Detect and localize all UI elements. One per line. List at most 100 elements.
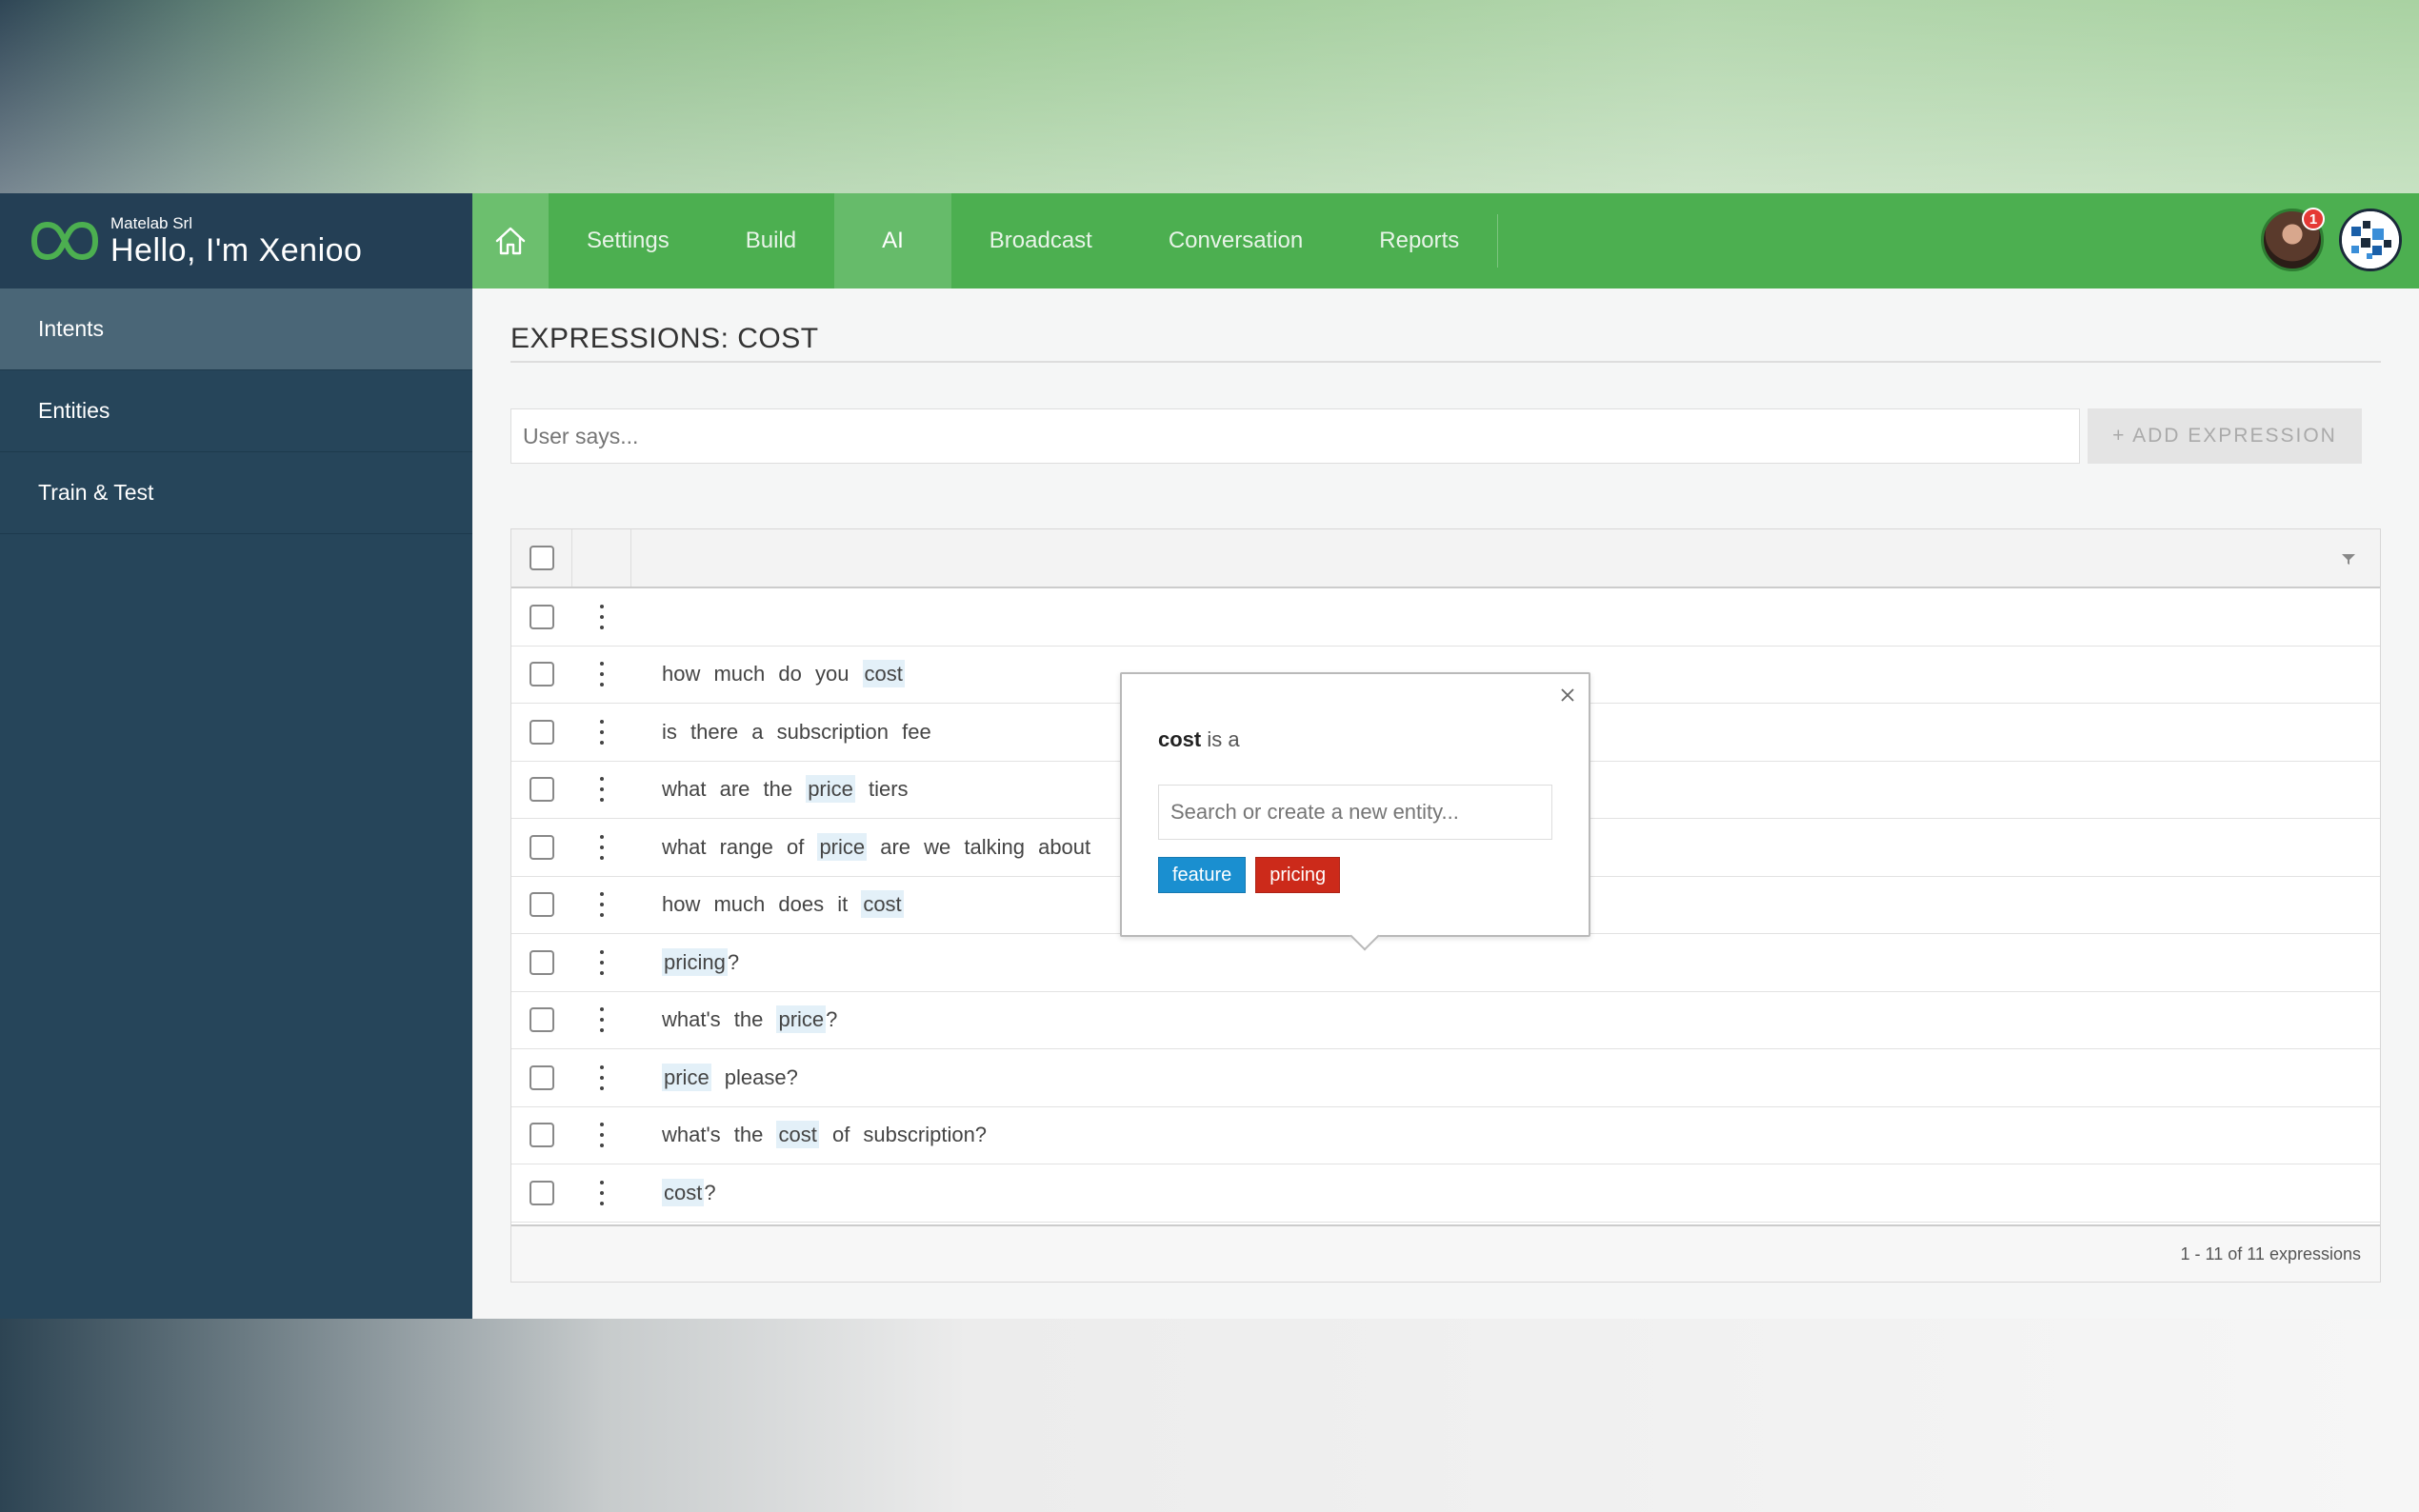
- entity-highlight[interactable]: cost: [862, 660, 905, 688]
- sidebar-item-entities[interactable]: Entities: [0, 370, 472, 452]
- background-top: [0, 0, 2419, 193]
- add-expression-button[interactable]: + ADD EXPRESSION: [2088, 408, 2362, 464]
- sidebar-item-intents[interactable]: Intents: [0, 288, 472, 370]
- entity-highlight[interactable]: cost: [662, 1178, 705, 1206]
- top-navigation: Settings Build AI Broadcast Conversation…: [472, 193, 2419, 288]
- nav-reports[interactable]: Reports: [1341, 193, 1497, 288]
- user-avatar[interactable]: 1: [2261, 208, 2325, 271]
- expression-text[interactable]: pricing?: [631, 947, 740, 976]
- row-checkbox[interactable]: [530, 777, 554, 803]
- row-menu-icon[interactable]: [599, 662, 605, 687]
- expression-segment: please?: [710, 1064, 798, 1089]
- nav-conversation[interactable]: Conversation: [1130, 193, 1341, 288]
- app-window: Matelab Srl Hello, I'm Xenioo Settings B…: [0, 193, 2419, 1319]
- entity-highlight[interactable]: price: [776, 1005, 827, 1034]
- expression-text[interactable]: what's the cost of subscription?: [631, 1121, 987, 1149]
- expression-segment: ?: [704, 1180, 716, 1204]
- sidebar: Intents Entities Train & Test: [0, 288, 472, 1319]
- entity-highlight[interactable]: pricing: [662, 947, 728, 976]
- expression-text[interactable]: what's the price?: [631, 1005, 838, 1034]
- expression-text[interactable]: what range of price are we talking about: [631, 832, 1091, 861]
- row-menu-icon[interactable]: [599, 777, 605, 803]
- entity-highlight[interactable]: price: [806, 775, 855, 804]
- row-menu-icon[interactable]: [599, 1007, 605, 1033]
- popover-close-button[interactable]: [1554, 682, 1581, 708]
- expression-text[interactable]: how much do you cost: [631, 660, 905, 688]
- row-menu-icon[interactable]: [599, 834, 605, 860]
- expression-segment: ?: [826, 1007, 838, 1032]
- table-header: [511, 529, 2380, 588]
- entity-tag-feature[interactable]: feature: [1158, 857, 1247, 893]
- expression-segment: tiers: [854, 777, 909, 802]
- popover-word: cost: [1158, 727, 1202, 751]
- entity-popover: cost is a featurepricing: [1120, 672, 1590, 937]
- row-checkbox[interactable]: [530, 1180, 554, 1205]
- select-all-checkbox[interactable]: [529, 546, 554, 570]
- row-menu-icon[interactable]: [599, 1123, 605, 1148]
- entity-tag-pricing[interactable]: pricing: [1255, 857, 1341, 893]
- entity-highlight[interactable]: cost: [861, 890, 904, 919]
- row-checkbox[interactable]: [530, 662, 554, 687]
- entity-search-input[interactable]: [1158, 785, 1552, 840]
- nav-ai[interactable]: AI: [834, 193, 951, 288]
- expression-segment: what's the: [662, 1007, 777, 1032]
- popover-suffix: is a: [1201, 727, 1240, 751]
- filter-icon[interactable]: [2340, 550, 2357, 567]
- expression-segment: is there a subscription fee: [662, 719, 931, 744]
- nav-settings[interactable]: Settings: [549, 193, 708, 288]
- table-row: what's the price?: [511, 992, 2380, 1049]
- nav-home[interactable]: [472, 193, 549, 288]
- organization-avatar[interactable]: [2339, 209, 2402, 271]
- row-menu-icon[interactable]: [599, 719, 605, 745]
- popover-prompt: cost is a: [1158, 727, 1240, 752]
- row-menu-icon[interactable]: [599, 892, 605, 918]
- entity-tags: feature pricing: [1158, 857, 1341, 893]
- row-checkbox[interactable]: [530, 892, 554, 918]
- row-menu-icon[interactable]: [599, 1180, 605, 1205]
- entity-highlight[interactable]: price: [662, 1063, 711, 1091]
- expression-segment: what are the: [662, 777, 807, 802]
- row-checkbox[interactable]: [530, 949, 554, 975]
- page-title: EXPRESSIONS: COST: [510, 323, 2381, 363]
- header-menu-cell: [572, 529, 631, 587]
- row-menu-icon[interactable]: [599, 604, 605, 629]
- expression-text[interactable]: how much does it cost: [631, 890, 904, 919]
- company-name: Matelab Srl: [110, 214, 192, 232]
- close-icon: [1561, 688, 1574, 702]
- sidebar-item-train-test[interactable]: Train & Test: [0, 452, 472, 534]
- notification-badge: 1: [2302, 208, 2325, 230]
- table-row: what's the cost of subscription?: [511, 1107, 2380, 1164]
- organization-logo-icon: [2342, 211, 2399, 269]
- nav-build[interactable]: Build: [708, 193, 834, 288]
- nav-broadcast[interactable]: Broadcast: [951, 193, 1130, 288]
- table-row: price please?: [511, 1049, 2380, 1107]
- expression-segment: what's the: [662, 1123, 777, 1147]
- row-checkbox[interactable]: [530, 1123, 554, 1148]
- row-checkbox[interactable]: [530, 719, 554, 745]
- row-checkbox[interactable]: [530, 604, 554, 629]
- user-says-input[interactable]: [510, 408, 2080, 464]
- row-menu-icon[interactable]: [599, 949, 605, 975]
- table-row: pricing?: [511, 934, 2380, 992]
- expression-segment: ?: [727, 949, 740, 974]
- row-menu-icon[interactable]: [599, 1064, 605, 1090]
- expression-segment: are we talking about: [867, 834, 1091, 859]
- table-row: cost?: [511, 1164, 2380, 1223]
- app-greeting: Hello, I'm Xenioo: [110, 232, 363, 269]
- row-checkbox[interactable]: [530, 834, 554, 860]
- expression-segment: what range of: [662, 834, 818, 859]
- entity-highlight[interactable]: price: [817, 832, 868, 861]
- expression-text[interactable]: price please?: [631, 1063, 798, 1091]
- xenioo-logo-icon: [30, 221, 99, 261]
- expression-segment: how much do you: [662, 662, 863, 686]
- expression-text[interactable]: is there a subscription fee: [631, 720, 931, 745]
- background-bottom: [0, 1319, 2419, 1512]
- row-checkbox[interactable]: [530, 1007, 554, 1033]
- entity-highlight[interactable]: cost: [776, 1121, 819, 1149]
- brand-header: Matelab Srl Hello, I'm Xenioo: [0, 193, 472, 288]
- expression-text[interactable]: what are the price tiers: [631, 775, 909, 804]
- expression-segment: how much does it: [662, 892, 862, 917]
- expression-text[interactable]: cost?: [631, 1178, 716, 1206]
- table-row: [511, 588, 2380, 647]
- row-checkbox[interactable]: [530, 1064, 554, 1090]
